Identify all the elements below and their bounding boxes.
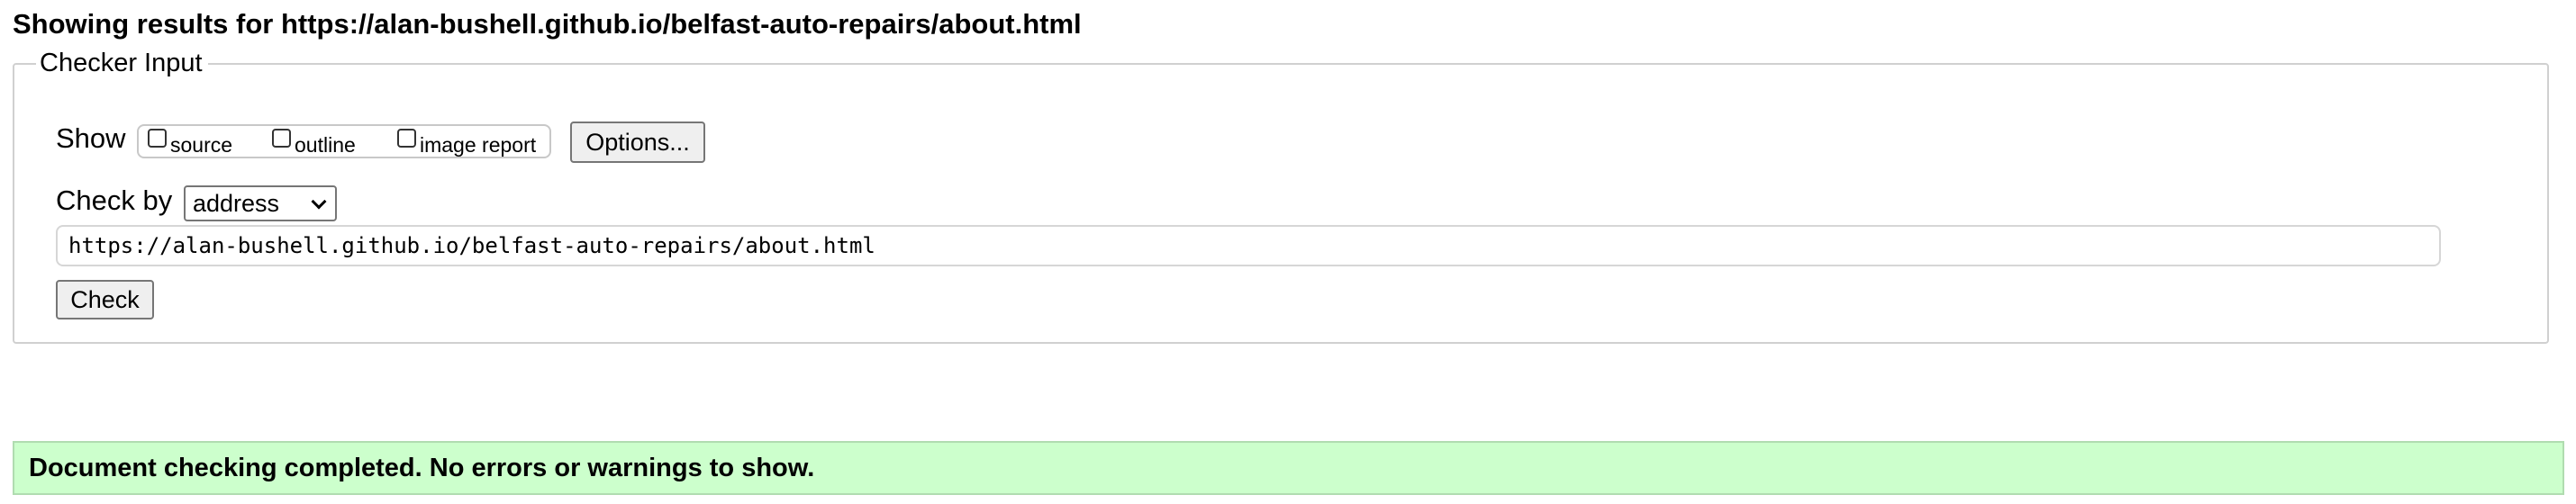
show-image-report-option[interactable]: image report [397, 124, 536, 158]
show-source-option[interactable]: source [148, 124, 232, 158]
check-by-label: Check by [56, 184, 173, 216]
outline-checkbox[interactable] [272, 128, 291, 148]
check-by-selected-value: address [193, 189, 280, 217]
options-button[interactable]: Options... [570, 122, 705, 163]
source-checkbox[interactable] [148, 128, 167, 148]
url-input[interactable]: https://alan-bushell.github.io/belfast-a… [56, 225, 2441, 266]
image-report-checkbox[interactable] [397, 128, 416, 148]
validator-results-page: Showing results for https://alan-bushell… [0, 0, 2576, 504]
image-report-checkbox-label: image report [420, 133, 537, 157]
checker-input-legend: Checker Input [36, 49, 208, 77]
check-by-select[interactable]: address [184, 185, 337, 221]
show-label: Show [56, 122, 126, 154]
checker-input-fieldset [13, 63, 2549, 344]
chevron-down-icon [311, 194, 327, 210]
results-heading: Showing results for https://alan-bushell… [13, 8, 1082, 40]
show-outline-option[interactable]: outline [272, 124, 356, 158]
check-button[interactable]: Check [56, 280, 154, 320]
status-message: Document checking completed. No errors o… [13, 441, 2564, 495]
source-checkbox-label: source [170, 133, 233, 157]
outline-checkbox-label: outline [295, 133, 356, 157]
